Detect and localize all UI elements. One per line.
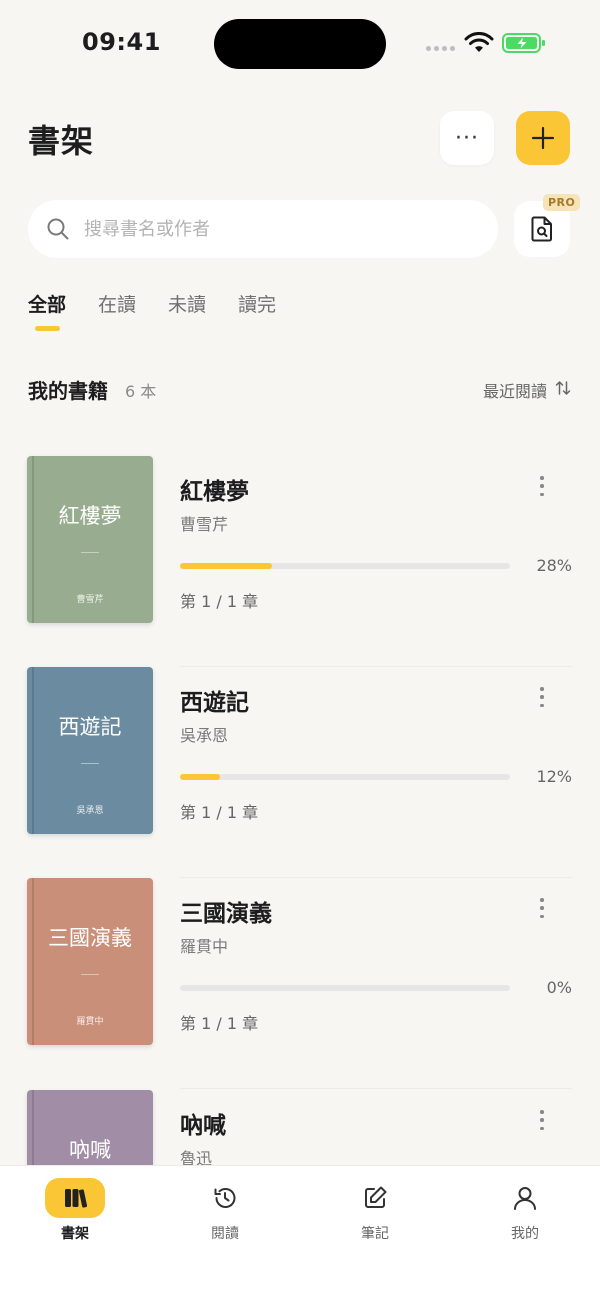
nav-reading[interactable]: 閱讀 — [175, 1178, 275, 1243]
book-menu-button[interactable] — [532, 1108, 552, 1132]
cover-divider — [81, 763, 99, 764]
book-menu-button[interactable] — [532, 896, 552, 920]
plus-icon — [531, 126, 555, 150]
tab-unread[interactable]: 未讀 — [168, 290, 206, 317]
book-item[interactable]: 三國演義 羅貫中 三國演義 羅貫中 0% 第 1 / 1 章 — [0, 878, 600, 1089]
cover-author: 吳承恩 — [76, 806, 104, 816]
sort-button[interactable]: 最近閱讀 — [483, 378, 547, 402]
cover-author: 曹雪芹 — [76, 595, 104, 605]
dynamic-island — [214, 19, 386, 69]
book-author: 吳承恩 — [180, 726, 229, 745]
book-title: 西遊記 — [180, 690, 249, 716]
sort-icon[interactable] — [555, 380, 571, 396]
wifi-icon — [464, 32, 494, 52]
cover-title: 西遊記 — [58, 715, 122, 739]
nav-profile[interactable]: 我的 — [475, 1178, 575, 1243]
battery-icon — [502, 33, 545, 53]
book-cover[interactable]: 三國演義 羅貫中 — [27, 878, 153, 1045]
progress-percent: 0% — [546, 978, 572, 997]
nav-bookshelf[interactable]: 書架 — [25, 1178, 125, 1243]
book-count: 6 本 — [125, 382, 157, 401]
nav-notes[interactable]: 筆記 — [325, 1178, 425, 1243]
tab-finished[interactable]: 讀完 — [238, 290, 276, 317]
book-author: 羅貫中 — [180, 937, 229, 956]
search-input[interactable] — [84, 218, 464, 240]
nav-label: 閱讀 — [211, 1226, 239, 1242]
page-title: 書架 — [28, 122, 95, 160]
status-time: 09:41 — [82, 28, 161, 56]
nav-label: 我的 — [511, 1226, 539, 1242]
progress-bar — [180, 563, 510, 569]
book-item[interactable]: 紅樓夢 曹雪芹 紅樓夢 曹雪芹 28% 第 1 / 1 章 — [0, 456, 600, 667]
nav-label: 書架 — [61, 1226, 89, 1242]
filter-tabs: 全部 在讀 未讀 讀完 — [28, 290, 276, 317]
search-bar — [28, 200, 498, 258]
status-bar: 09:41 — [0, 0, 600, 90]
progress-percent: 28% — [536, 556, 572, 575]
section-title: 我的書籍 — [28, 379, 108, 403]
add-book-button[interactable] — [516, 111, 570, 165]
pro-badge: PRO — [543, 194, 581, 211]
progress-percent: 12% — [536, 767, 572, 786]
nav-label: 筆記 — [361, 1226, 389, 1242]
books-icon — [65, 1189, 88, 1208]
book-menu-button[interactable] — [532, 685, 552, 709]
more-icon: ··· — [455, 125, 479, 151]
cover-divider — [81, 552, 99, 553]
more-button[interactable]: ··· — [440, 111, 494, 165]
cover-title: 紅樓夢 — [58, 504, 122, 528]
search-icon — [47, 218, 69, 240]
signal-icon — [426, 46, 455, 51]
tab-all[interactable]: 全部 — [28, 290, 66, 317]
progress-fill — [180, 563, 273, 569]
chapter-progress: 第 1 / 1 章 — [180, 1014, 259, 1033]
book-author: 曹雪芹 — [180, 515, 229, 534]
tab-reading[interactable]: 在讀 — [98, 290, 136, 317]
cover-title: 三國演義 — [48, 926, 132, 950]
book-cover[interactable]: 西遊記 吳承恩 — [27, 667, 153, 834]
book-menu-button[interactable] — [532, 474, 552, 498]
active-tab-indicator — [35, 326, 60, 331]
divider — [180, 1088, 572, 1089]
chapter-progress: 第 1 / 1 章 — [180, 803, 259, 822]
bottom-nav: 書架 閱讀 筆記 我的 — [0, 1165, 600, 1304]
book-title: 紅樓夢 — [180, 479, 249, 505]
progress-fill — [180, 774, 220, 780]
book-item[interactable]: 西遊記 吳承恩 西遊記 吳承恩 12% 第 1 / 1 章 — [0, 667, 600, 878]
document-search-icon — [531, 216, 552, 242]
cover-title: 吶喊 — [69, 1138, 111, 1162]
cover-divider — [81, 974, 99, 975]
book-cover[interactable]: 紅樓夢 曹雪芹 — [27, 456, 153, 623]
history-icon — [214, 1188, 236, 1208]
user-icon — [514, 1187, 536, 1210]
progress-bar — [180, 985, 510, 991]
cover-author: 羅貫中 — [76, 1017, 104, 1027]
chapter-progress: 第 1 / 1 章 — [180, 592, 259, 611]
book-title: 吶喊 — [180, 1113, 226, 1139]
book-title: 三國演義 — [180, 901, 272, 927]
edit-icon — [365, 1186, 387, 1208]
progress-bar — [180, 774, 510, 780]
